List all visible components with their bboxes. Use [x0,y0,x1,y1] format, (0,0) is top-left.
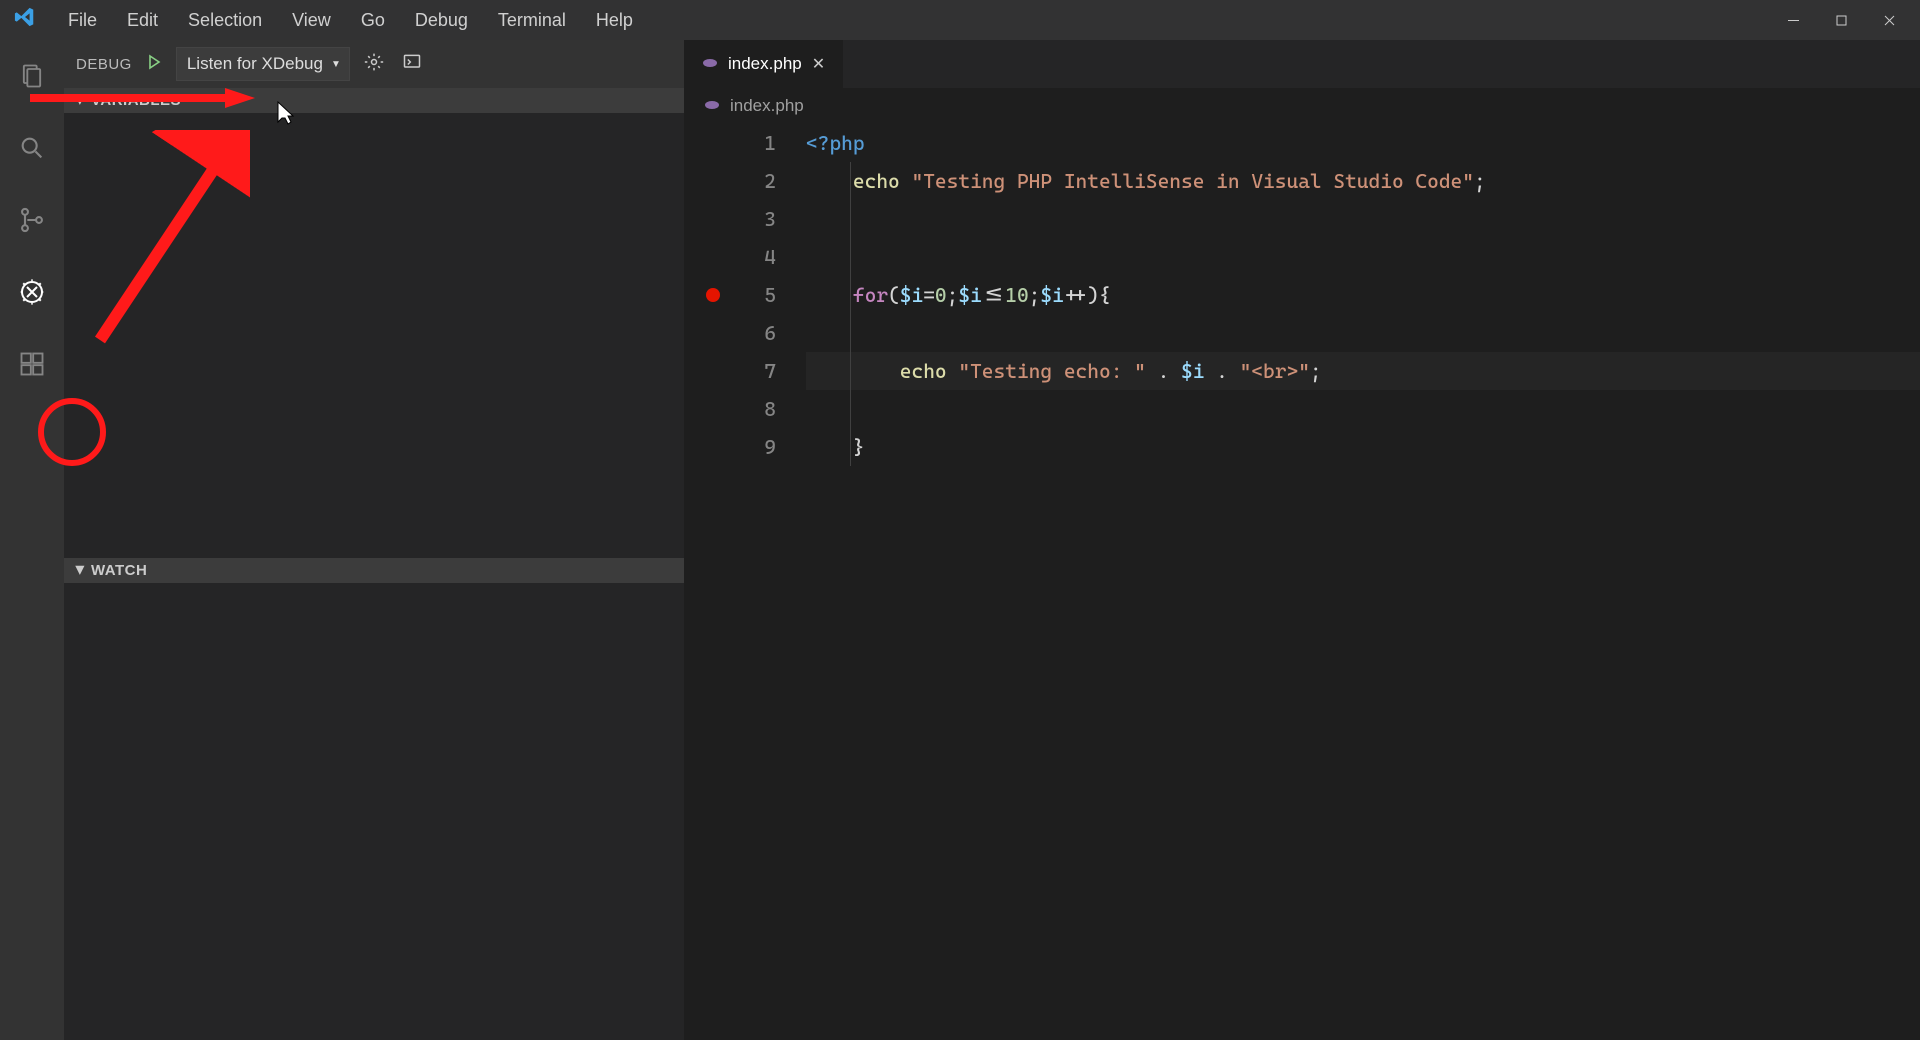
menu-view[interactable]: View [278,4,345,37]
breadcrumb-file: index.php [730,96,804,116]
breadcrumb[interactable]: index.php [684,88,1920,124]
breakpoint-icon[interactable] [706,288,720,302]
chevron-down-icon: ▶ [74,96,87,105]
debug-config-select[interactable]: Listen for XDebug [176,47,350,81]
maximize-button[interactable] [1818,4,1864,36]
debug-settings-button[interactable] [360,48,388,81]
php-file-icon [704,98,720,115]
annotation-circle [38,398,106,466]
editor-area: index.php ✕ index.php 1 2 3 4 5 6 7 8 [684,40,1920,1040]
tab-label: index.php [728,54,802,74]
close-icon[interactable]: ✕ [812,54,825,74]
extensions-icon[interactable] [16,348,48,380]
line-number: 6 [736,314,776,352]
debug-title: DEBUG [76,56,132,73]
editor-tabs: index.php ✕ [684,40,1920,88]
tab-index-php[interactable]: index.php ✕ [684,40,843,88]
debug-toolbar: DEBUG Listen for XDebug [64,40,684,88]
watch-section-header[interactable]: ▶ WATCH [64,558,684,583]
code-editor[interactable]: 1 2 3 4 5 6 7 8 9 <?php echo "Testing PH… [684,124,1920,1040]
menu-bar: File Edit Selection View Go Debug Termin… [54,4,647,37]
window-controls [1770,4,1912,36]
menu-go[interactable]: Go [347,4,399,37]
minimize-button[interactable] [1770,4,1816,36]
search-icon[interactable] [16,132,48,164]
chevron-down-icon: ▶ [74,566,87,575]
debug-icon[interactable] [16,276,48,308]
vscode-logo-icon [14,6,36,34]
debug-console-button[interactable] [398,48,426,81]
variables-section-body [64,113,684,558]
source-control-icon[interactable] [16,204,48,236]
watch-label: WATCH [91,562,147,579]
menu-file[interactable]: File [54,4,111,37]
menu-debug[interactable]: Debug [401,4,482,37]
line-number: 4 [736,238,776,276]
watch-section-body [64,583,684,1040]
close-button[interactable] [1866,4,1912,36]
code-content[interactable]: <?php echo "Testing PHP IntelliSense in … [796,124,1920,1040]
activity-bar [0,40,64,1040]
title-bar: File Edit Selection View Go Debug Termin… [0,0,1920,40]
start-debug-button[interactable] [142,54,166,75]
explorer-icon[interactable] [16,60,48,92]
menu-terminal[interactable]: Terminal [484,4,580,37]
variables-section-header[interactable]: ▶ VARIABLES [64,88,684,113]
line-number: 5 [736,276,776,314]
menu-selection[interactable]: Selection [174,4,276,37]
line-number: 1 [736,124,776,162]
line-number: 9 [736,428,776,466]
line-number-gutter: 1 2 3 4 5 6 7 8 9 [736,124,796,1040]
menu-help[interactable]: Help [582,4,647,37]
php-file-icon [702,56,718,73]
variables-label: VARIABLES [91,92,181,109]
line-number: 2 [736,162,776,200]
debug-sidebar: DEBUG Listen for XDebug ▶ VARIABLES [64,40,684,1040]
menu-edit[interactable]: Edit [113,4,172,37]
debug-config-label: Listen for XDebug [187,54,323,74]
line-number: 3 [736,200,776,238]
line-number: 7 [736,352,776,390]
glyph-margin[interactable] [684,124,736,1040]
line-number: 8 [736,390,776,428]
